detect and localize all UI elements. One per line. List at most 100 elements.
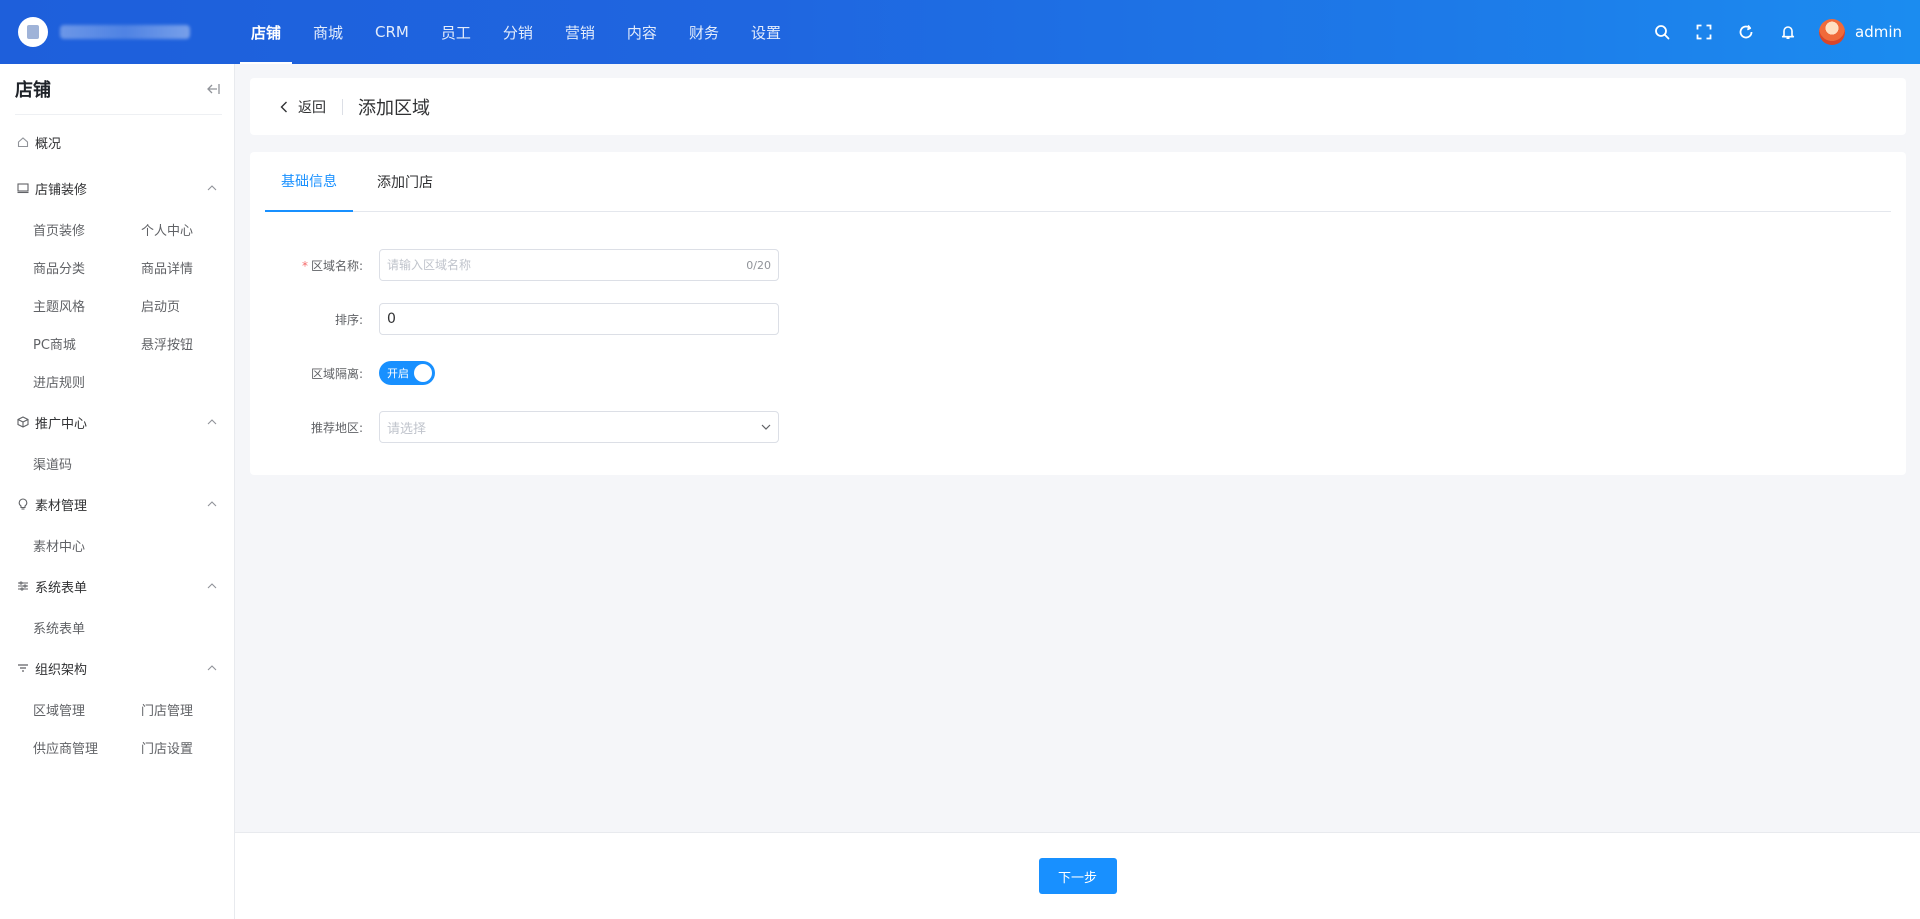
top-nav-finance[interactable]: 财务: [678, 0, 730, 64]
region-select[interactable]: 请选择: [379, 411, 779, 443]
filter-icon: [18, 664, 28, 672]
sidebar-item-store-settings[interactable]: 门店设置: [141, 728, 249, 766]
bulb-icon: [18, 498, 28, 510]
form-row-sort: 排序:: [265, 302, 1891, 336]
sidebar-item-material-center[interactable]: 素材中心: [33, 526, 141, 564]
tab-basic-info[interactable]: 基础信息: [265, 152, 353, 212]
sidebar-item-splash-page[interactable]: 启动页: [141, 286, 249, 324]
cube-icon: [17, 416, 29, 428]
bell-icon[interactable]: [1767, 0, 1809, 64]
sidebar-group-title: 组织架构: [35, 662, 88, 678]
region-name-input[interactable]: [387, 258, 747, 272]
toggle-knob: [414, 364, 432, 382]
refresh-icon[interactable]: [1725, 0, 1767, 64]
footer-bar: 下一步: [235, 832, 1920, 919]
sidebar-item-supplier-management[interactable]: 供应商管理: [33, 728, 141, 766]
form-row-isolation: 区域隔离: 开启: [265, 356, 1891, 390]
username[interactable]: admin: [1855, 23, 1902, 41]
tabs: 基础信息 添加门店: [265, 152, 1891, 212]
required-mark: *: [301, 258, 308, 273]
top-right-tools: admin: [1641, 0, 1920, 64]
chevron-down-icon: [761, 424, 771, 430]
back-button[interactable]: 返回: [280, 97, 326, 117]
form-label: 推荐地区:: [310, 420, 363, 435]
sidebar-group-head-decoration[interactable]: 店铺装修: [0, 166, 234, 210]
sidebar-group-material: 素材管理 素材中心: [0, 482, 234, 564]
page-title: 添加区域: [358, 97, 430, 119]
sidebar-group-title: 店铺装修: [35, 182, 88, 198]
sidebar: 店铺 概况 店铺装修 首页装修 个人中心 商品分类 商品详情 主题风格 启动页 …: [0, 64, 235, 919]
toggle-label: 开启: [387, 367, 409, 380]
chevron-up-icon: [207, 583, 217, 589]
sidebar-item-product-detail[interactable]: 商品详情: [141, 248, 249, 286]
sidebar-header: 店铺: [15, 64, 222, 115]
top-nav-mall[interactable]: 商城: [302, 0, 354, 64]
sidebar-item-label: 概况: [35, 136, 62, 152]
region-form: *区域名称: 0/20 排序: 区域隔离: 开启: [265, 212, 1891, 444]
form-card: 基础信息 添加门店 *区域名称: 0/20 排序: 区域隔离: 开启: [250, 152, 1906, 475]
sort-field[interactable]: [379, 303, 779, 335]
top-nav-settings[interactable]: 设置: [740, 0, 792, 64]
back-label: 返回: [298, 99, 326, 116]
top-nav-content[interactable]: 内容: [616, 0, 668, 64]
sidebar-item-channel-code[interactable]: 渠道码: [33, 444, 141, 482]
isolation-toggle[interactable]: 开启: [379, 361, 435, 385]
chevron-up-icon: [207, 501, 217, 507]
sidebar-group-promotion: 推广中心 渠道码: [0, 400, 234, 482]
sort-input[interactable]: [387, 311, 771, 327]
chevron-up-icon: [207, 665, 217, 671]
sidebar-item-floating-button[interactable]: 悬浮按钮: [141, 324, 249, 362]
chevron-left-icon: [280, 101, 287, 112]
header-divider: [342, 98, 343, 115]
top-nav-crm[interactable]: CRM: [364, 0, 420, 64]
sidebar-item-home-decoration[interactable]: 首页装修: [33, 210, 141, 248]
sliders-icon: [18, 581, 28, 591]
char-counter: 0/20: [746, 258, 771, 272]
form-row-region-name: *区域名称: 0/20: [265, 248, 1891, 282]
main-content: 返回 添加区域 基础信息 添加门店 *区域名称: 0/20 排序:: [235, 64, 1920, 919]
sidebar-item-product-category[interactable]: 商品分类: [33, 248, 141, 286]
sidebar-group-decoration: 店铺装修 首页装修 个人中心 商品分类 商品详情 主题风格 启动页 PC商城 悬…: [0, 166, 234, 400]
sidebar-item-pc-mall[interactable]: PC商城: [33, 324, 141, 362]
form-row-region: 推荐地区: 请选择: [265, 410, 1891, 444]
search-icon[interactable]: [1641, 0, 1683, 64]
sidebar-group-head-organization[interactable]: 组织架构: [0, 646, 234, 690]
sidebar-group-forms: 系统表单 系统表单: [0, 564, 234, 646]
top-nav-staff[interactable]: 员工: [430, 0, 482, 64]
sidebar-item-system-forms[interactable]: 系统表单: [33, 608, 141, 646]
logo-icon: [18, 17, 48, 47]
region-name-field[interactable]: 0/20: [379, 249, 779, 281]
top-nav: 店铺 商城 CRM 员工 分销 营销 内容 财务 设置: [235, 0, 797, 64]
chevron-up-icon: [207, 419, 217, 425]
form-label: 区域隔离:: [310, 366, 363, 381]
top-bar: 店铺 商城 CRM 员工 分销 营销 内容 财务 设置 admin: [0, 0, 1920, 64]
top-nav-marketing[interactable]: 营销: [554, 0, 606, 64]
sidebar-group-organization: 组织架构 区域管理 门店管理 供应商管理 门店设置: [0, 646, 234, 766]
fullscreen-icon[interactable]: [1683, 0, 1725, 64]
sidebar-group-head-material[interactable]: 素材管理: [0, 482, 234, 526]
logo-text-blurred: [60, 25, 190, 39]
tab-add-store[interactable]: 添加门店: [361, 152, 449, 212]
home-icon: [17, 137, 29, 148]
top-nav-store[interactable]: 店铺: [240, 0, 293, 64]
select-placeholder: 请选择: [387, 421, 427, 437]
sidebar-item-overview[interactable]: 概况: [0, 118, 234, 166]
form-label: 排序:: [334, 312, 363, 327]
sidebar-item-store-management[interactable]: 门店管理: [141, 690, 249, 728]
chevron-up-icon: [207, 185, 217, 191]
collapse-sidebar-icon[interactable]: [204, 80, 222, 98]
sidebar-item-entry-rules[interactable]: 进店规则: [33, 362, 141, 400]
next-step-button[interactable]: 下一步: [1038, 858, 1117, 894]
sidebar-group-title: 推广中心: [35, 416, 88, 432]
monitor-icon: [17, 183, 29, 194]
sidebar-item-region-management[interactable]: 区域管理: [33, 690, 141, 728]
sidebar-item-personal-center[interactable]: 个人中心: [141, 210, 249, 248]
logo[interactable]: [0, 0, 235, 64]
sidebar-title: 店铺: [15, 80, 51, 101]
sidebar-group-title: 系统表单: [35, 580, 88, 596]
sidebar-group-head-promotion[interactable]: 推广中心: [0, 400, 234, 444]
sidebar-item-theme-style[interactable]: 主题风格: [33, 286, 141, 324]
avatar[interactable]: [1819, 19, 1845, 45]
top-nav-distribution[interactable]: 分销: [492, 0, 544, 64]
sidebar-group-head-forms[interactable]: 系统表单: [0, 564, 234, 608]
